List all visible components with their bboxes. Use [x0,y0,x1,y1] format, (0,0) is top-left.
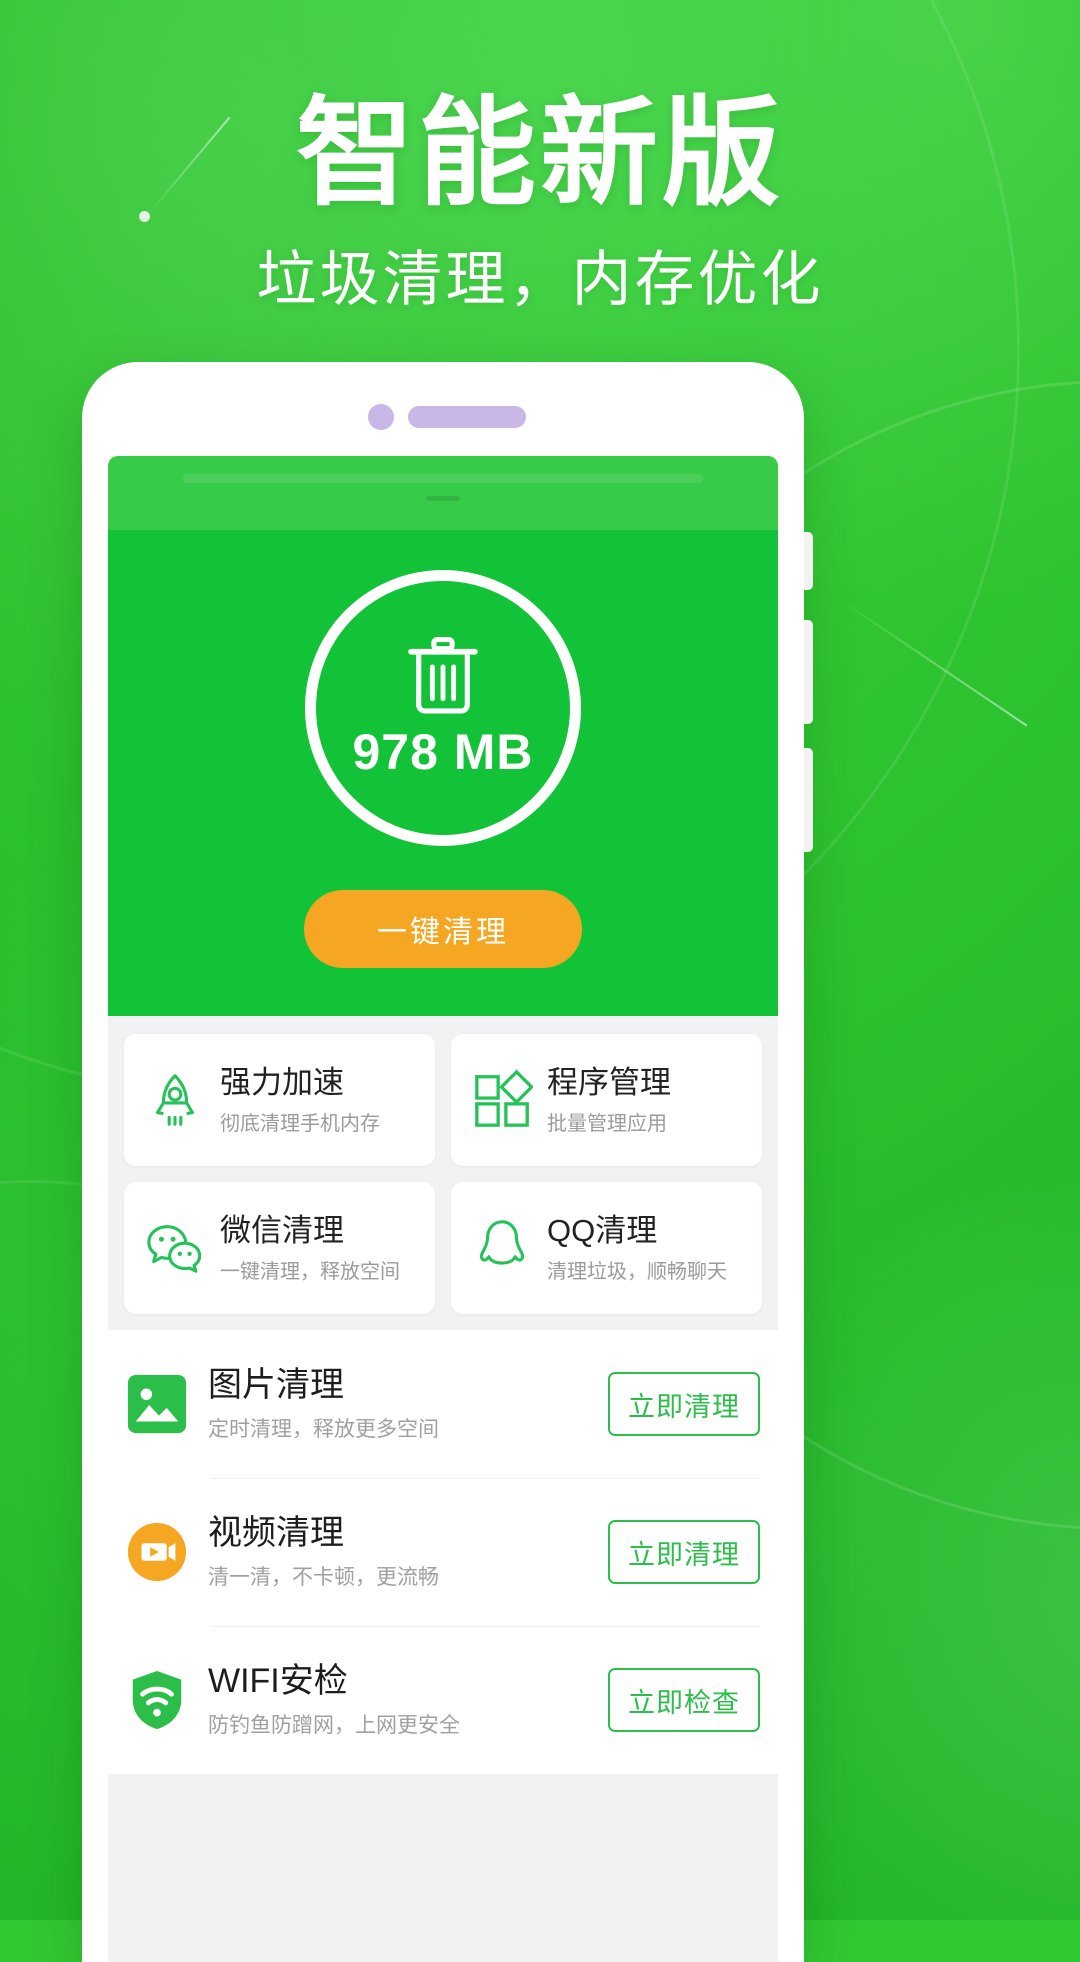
feature-card-boost[interactable]: 强力加速 彻底清理手机内存 [124,1034,435,1166]
feature-card-title: 强力加速 [220,1064,344,1100]
clean-progress-ring[interactable]: 978 MB [291,556,595,860]
status-bar-handle [426,496,460,501]
phone-side-button-vol-dn [804,748,813,852]
list-item-subtitle: 防钓鱼防蹭网，上网更安全 [208,1713,460,1737]
banner-headline: 智能新版 垃圾清理，内存优化 [0,88,1080,316]
list-item-wifi-check[interactable]: WIFI安检 防钓鱼防蹭网，上网更安全 立即检查 [126,1626,760,1774]
trash-icon [408,636,478,714]
feature-card-text: 程序管理 批量管理应用 [547,1064,671,1137]
image-icon [127,1374,187,1434]
junk-size-value: 978 MB [352,724,534,780]
list-item-video-clean[interactable]: 视频清理 清一清，不卡顿，更流畅 立即清理 [126,1478,760,1626]
banner-subtitle: 垃圾清理，内存优化 [256,246,824,314]
wechat-icon [147,1225,202,1273]
apps-grid-icon [475,1069,533,1127]
feature-card-title: 程序管理 [547,1064,671,1100]
phone-side-button-mute [804,532,813,590]
list-item-text: 视频清理 清一清，不卡顿，更流畅 [208,1513,608,1591]
list-item-subtitle: 清一清，不卡顿，更流畅 [208,1565,439,1589]
feature-card-wechat-clean[interactable]: 微信清理 一键清理，释放空间 [124,1182,435,1314]
list-item-image-clean[interactable]: 图片清理 定时清理，释放更多空间 立即清理 [126,1330,760,1478]
list-item-title: WIFI安检 [208,1662,348,1701]
tool-list: 图片清理 定时清理，释放更多空间 立即清理 视频清理 清一清，不卡顿，更流畅 立… [108,1330,778,1774]
feature-card-text: 微信清理 一键清理，释放空间 [220,1212,400,1285]
list-item-text: 图片清理 定时清理，释放更多空间 [208,1365,608,1443]
feature-card-grid: 强力加速 彻底清理手机内存 程序管理 批量管理应用 微信清理 一键清理，释放空间… [108,1016,778,1330]
feature-card-app-manager[interactable]: 程序管理 批量管理应用 [451,1034,762,1166]
list-item-action-button[interactable]: 立即检查 [608,1668,760,1732]
list-item-text: WIFI安检 防钓鱼防蹭网，上网更安全 [208,1661,608,1739]
phone-side-button-vol-up [804,620,813,724]
video-icon [127,1522,187,1582]
feature-card-subtitle: 批量管理应用 [547,1113,667,1136]
phone-screen: 978 MB 一键清理 强力加速 彻底清理手机内存 程序管理 批量管理应用 微信… [108,456,778,1962]
feature-card-subtitle: 彻底清理手机内存 [220,1113,380,1136]
feature-card-title: QQ清理 [547,1212,658,1248]
list-item-action-button[interactable]: 立即清理 [608,1520,760,1584]
status-bar-placeholder [183,474,703,483]
app-status-bar [108,456,778,530]
earpiece-speaker [408,406,526,428]
list-item-action-button[interactable]: 立即清理 [608,1372,760,1436]
feature-card-text: 强力加速 彻底清理手机内存 [220,1064,380,1137]
phone-mockup: 978 MB 一键清理 强力加速 彻底清理手机内存 程序管理 批量管理应用 微信… [82,362,813,1962]
banner-title: 智能新版 [295,88,784,220]
rocket-icon [156,1074,194,1126]
list-item-title: 图片清理 [208,1366,344,1405]
list-item-subtitle: 定时清理，释放更多空间 [208,1417,439,1441]
feature-card-subtitle: 一键清理，释放空间 [220,1261,400,1284]
list-item-title: 视频清理 [208,1514,344,1553]
wifi-shield-icon [132,1670,182,1730]
feature-card-title: 微信清理 [220,1212,344,1248]
feature-card-subtitle: 清理垃圾，顺畅聊天 [547,1261,727,1284]
feature-card-text: QQ清理 清理垃圾，顺畅聊天 [547,1212,727,1285]
front-camera-icon [368,404,394,430]
feature-card-qq-clean[interactable]: QQ清理 清理垃圾，顺畅聊天 [451,1182,762,1314]
phone-bezel-top [82,362,804,456]
qq-penguin-icon [479,1220,525,1265]
one-key-clean-button[interactable]: 一键清理 [304,890,582,968]
clean-panel: 978 MB 一键清理 [108,530,778,1016]
